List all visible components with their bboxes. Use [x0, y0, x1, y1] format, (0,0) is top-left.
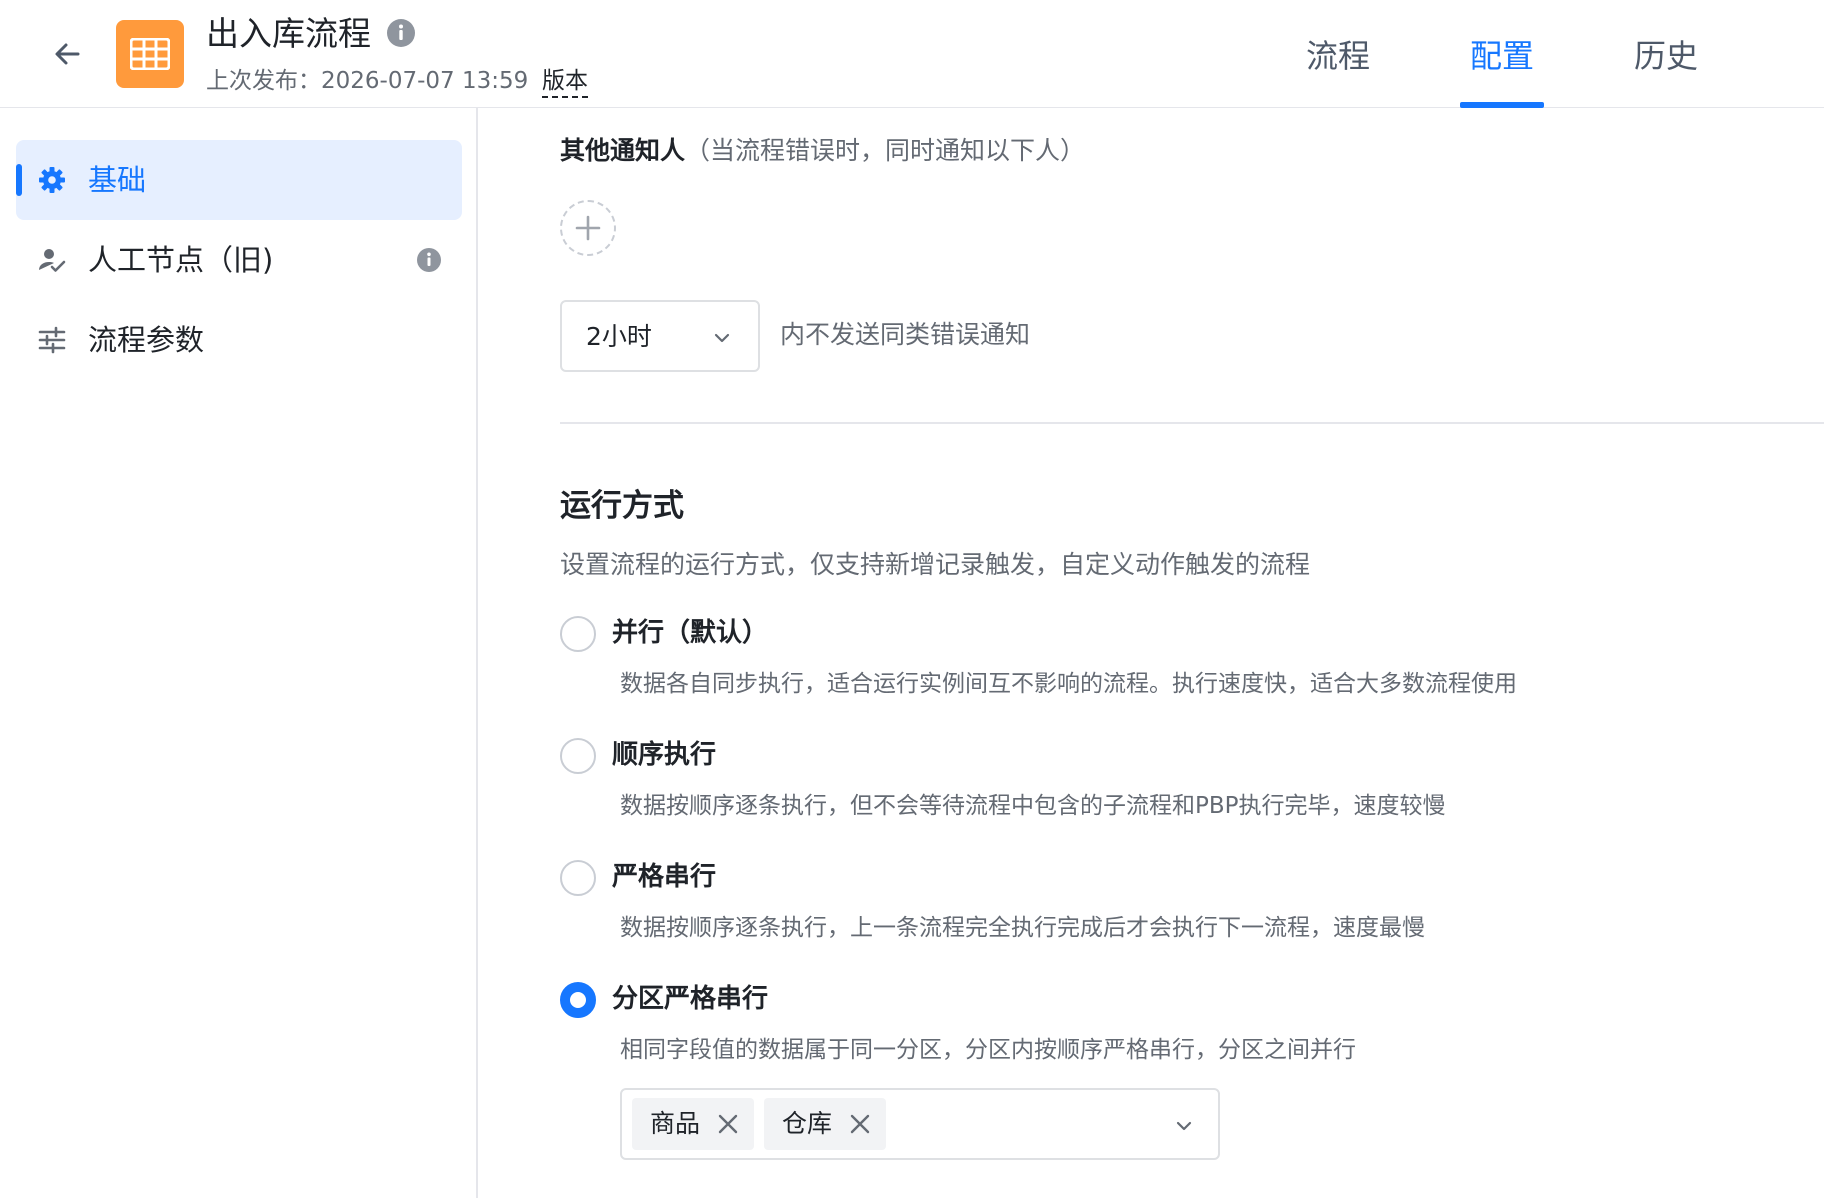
run-mode-title: 运行方式 [560, 488, 684, 524]
info-icon[interactable] [386, 18, 416, 48]
radio-desc-sequential: 数据按顺序逐条执行，但不会等待流程中包含的子流程和PBP执行完毕，速度较慢 [620, 793, 1446, 819]
close-icon[interactable] [848, 1112, 872, 1136]
tag-chip: 商品 [632, 1098, 755, 1150]
radio-label-sequential[interactable]: 顺序执行 [612, 738, 716, 772]
notify-section-title: 其他通知人（当流程错误时，同时通知以下人） [560, 134, 1085, 168]
sidebar-item-basic[interactable]: 基础 [16, 140, 462, 220]
info-icon[interactable] [416, 247, 442, 273]
plus-icon [575, 215, 601, 241]
sidebar-item-flow-params[interactable]: 流程参数 [16, 300, 462, 380]
add-notifier-button[interactable] [560, 200, 616, 256]
run-mode-description: 设置流程的运行方式，仅支持新增记录触发，自定义动作触发的流程 [560, 550, 1311, 579]
partition-field-select[interactable]: 商品 仓库 [620, 1088, 1220, 1160]
divider [560, 422, 1824, 424]
radio-sequential[interactable] [560, 738, 596, 774]
tag-label: 仓库 [782, 1109, 833, 1138]
table-app-icon [116, 20, 184, 88]
notify-title: 其他通知人 [560, 136, 686, 165]
radio-strict-serial[interactable] [560, 860, 596, 896]
tab-config[interactable]: 配置 [1470, 36, 1534, 76]
sidebar-item-label: 人工节点（旧) [88, 243, 274, 277]
radio-label-parallel[interactable]: 并行（默认） [612, 616, 768, 650]
sidebar: 基础 人工节点（旧) 流程参数 [0, 108, 478, 1198]
select-value: 2小时 [586, 322, 652, 351]
radio-partition-strict-serial[interactable] [560, 982, 596, 1018]
radio-parallel[interactable] [560, 616, 596, 652]
error-interval-select[interactable]: 2小时 [560, 300, 760, 372]
radio-desc-strict-serial: 数据按顺序逐条执行，上一条流程完全执行完成后才会执行下一流程，速度最慢 [620, 915, 1425, 941]
radio-desc-parallel: 数据各自同步执行，适合运行实例间互不影响的流程。执行速度快，适合大多数流程使用 [620, 671, 1517, 697]
gear-icon [36, 164, 68, 196]
back-arrow-icon[interactable] [48, 34, 88, 74]
version-link[interactable]: 版本 [542, 66, 588, 98]
sidebar-item-label: 基础 [88, 163, 147, 197]
sidebar-item-manual-node[interactable]: 人工节点（旧) [16, 220, 462, 300]
interval-suffix-text: 内不发送同类错误通知 [780, 320, 1031, 349]
page-title: 出入库流程 [206, 14, 371, 53]
sliders-icon [36, 324, 68, 356]
sidebar-item-label: 流程参数 [88, 323, 205, 357]
tab-history[interactable]: 历史 [1634, 36, 1698, 76]
radio-label-partition-strict-serial[interactable]: 分区严格串行 [612, 982, 768, 1016]
chevron-down-icon [712, 328, 732, 348]
user-check-icon [36, 244, 68, 276]
tag-chip: 仓库 [764, 1098, 887, 1150]
last-publish-info: 上次发布：2026-07-07 13:59 [206, 68, 529, 94]
chevron-down-icon [1174, 1116, 1194, 1136]
notify-subtitle: （当流程错误时，同时通知以下人） [685, 136, 1086, 165]
tab-flow[interactable]: 流程 [1306, 36, 1370, 76]
radio-label-strict-serial[interactable]: 严格串行 [612, 860, 716, 894]
tag-label: 商品 [650, 1109, 701, 1138]
close-icon[interactable] [716, 1112, 740, 1136]
header: 出入库流程 上次发布：2026-07-07 13:59 版本 流程 配置 历史 [0, 0, 1824, 108]
radio-desc-partition-strict-serial: 相同字段值的数据属于同一分区，分区内按顺序严格串行，分区之间并行 [620, 1037, 1356, 1063]
config-panel: 其他通知人（当流程错误时，同时通知以下人） 2小时 内不发送同类错误通知 运行方… [480, 108, 1824, 1198]
